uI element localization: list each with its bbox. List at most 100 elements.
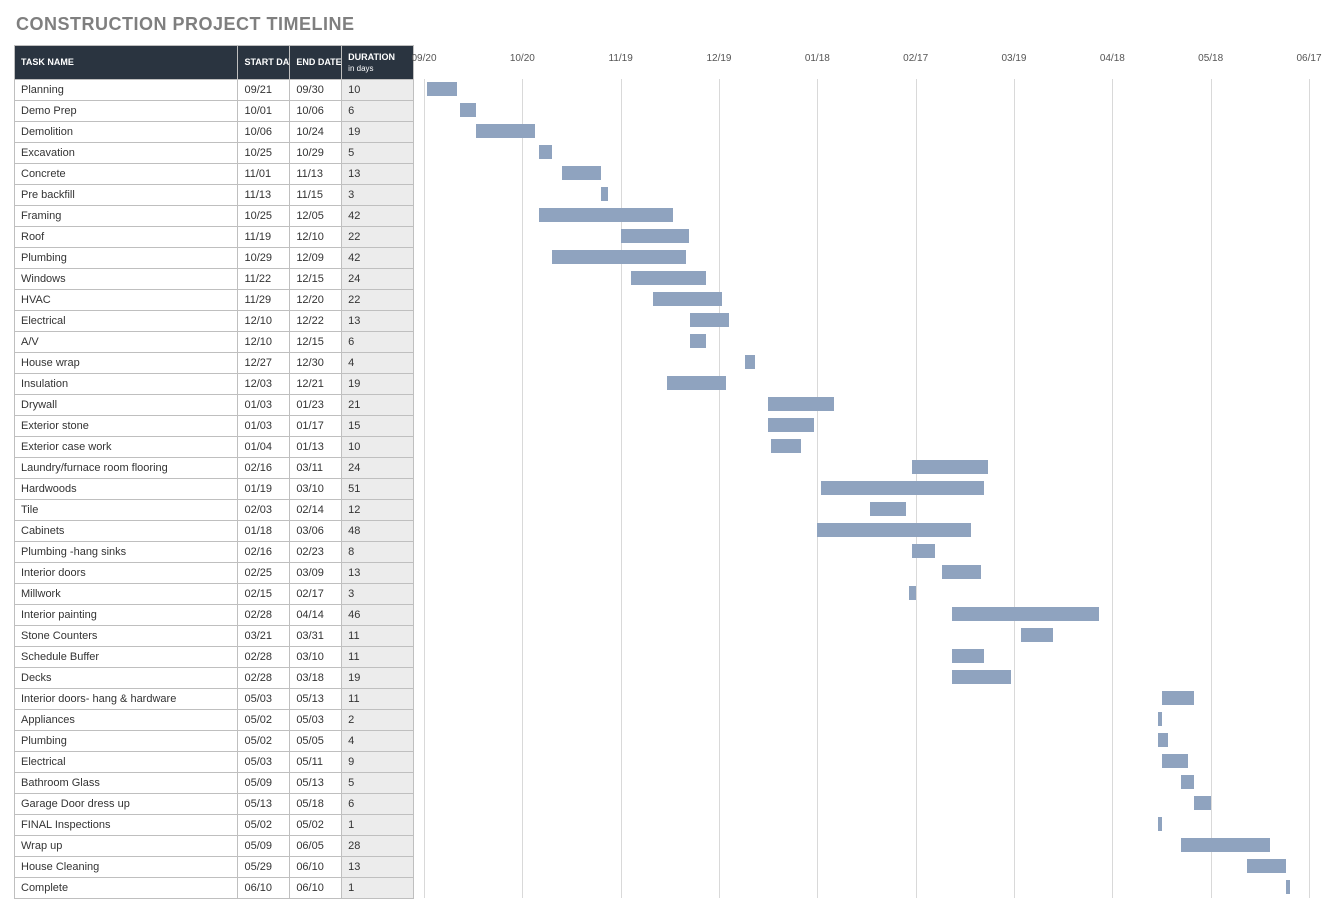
task-duration-cell: 4 (342, 353, 414, 374)
task-duration-cell: 13 (342, 311, 414, 332)
table-row: Drywall01/0301/2321 (15, 395, 414, 416)
task-start-cell: 02/16 (238, 542, 290, 563)
gantt-row (424, 562, 1309, 583)
page-title: CONSTRUCTION PROJECT TIMELINE (16, 14, 1309, 35)
task-end-cell: 03/06 (290, 521, 342, 542)
task-start-cell: 11/01 (238, 164, 290, 185)
task-end-cell: 12/30 (290, 353, 342, 374)
gantt-bar (1162, 754, 1188, 768)
table-row: Plumbing -hang sinks02/1602/238 (15, 542, 414, 563)
table-row: Laundry/furnace room flooring02/1603/112… (15, 458, 414, 479)
gantt-row (424, 625, 1309, 646)
gantt-row (424, 352, 1309, 373)
gantt-row (424, 100, 1309, 121)
task-name-cell: House wrap (15, 353, 238, 374)
gantt-row (424, 667, 1309, 688)
task-end-cell: 01/17 (290, 416, 342, 437)
task-duration-cell: 15 (342, 416, 414, 437)
task-start-cell: 01/04 (238, 437, 290, 458)
table-row: Exterior stone01/0301/1715 (15, 416, 414, 437)
gantt-row (424, 310, 1309, 331)
task-end-cell: 05/03 (290, 710, 342, 731)
gantt-row (424, 163, 1309, 184)
task-start-cell: 12/27 (238, 353, 290, 374)
task-start-cell: 01/03 (238, 416, 290, 437)
task-duration-cell: 46 (342, 605, 414, 626)
task-start-cell: 12/10 (238, 332, 290, 353)
task-duration-cell: 21 (342, 395, 414, 416)
axis-tick-label: 12/19 (706, 53, 731, 64)
task-start-cell: 11/22 (238, 269, 290, 290)
task-duration-cell: 19 (342, 374, 414, 395)
gantt-row (424, 79, 1309, 100)
task-name-cell: Schedule Buffer (15, 647, 238, 668)
table-row: Insulation12/0312/2119 (15, 374, 414, 395)
task-duration-cell: 6 (342, 794, 414, 815)
gantt-bar (460, 103, 476, 117)
task-end-cell: 06/10 (290, 857, 342, 878)
task-start-cell: 02/03 (238, 500, 290, 521)
gantt-bar (667, 376, 726, 390)
task-start-cell: 05/29 (238, 857, 290, 878)
gantt-row (424, 793, 1309, 814)
task-duration-cell: 1 (342, 815, 414, 836)
table-row: A/V12/1012/156 (15, 332, 414, 353)
table-row: Bathroom Glass05/0905/135 (15, 773, 414, 794)
gantt-row (424, 541, 1309, 562)
gantt-bar (1021, 628, 1054, 642)
gantt-row (424, 646, 1309, 667)
gantt-row (424, 226, 1309, 247)
gantt-row (424, 268, 1309, 289)
table-row: Cabinets01/1803/0648 (15, 521, 414, 542)
task-start-cell: 05/02 (238, 710, 290, 731)
table-row: Appliances05/0205/032 (15, 710, 414, 731)
table-row: Planning09/2109/3010 (15, 80, 414, 101)
task-duration-cell: 11 (342, 647, 414, 668)
table-row: FINAL Inspections05/0205/021 (15, 815, 414, 836)
gantt-bar (562, 166, 601, 180)
task-duration-cell: 10 (342, 437, 414, 458)
col-header-start: START DATE (238, 46, 290, 80)
task-start-cell: 01/03 (238, 395, 290, 416)
task-end-cell: 05/18 (290, 794, 342, 815)
task-duration-cell: 8 (342, 542, 414, 563)
gantt-row (424, 877, 1309, 898)
task-duration-cell: 24 (342, 458, 414, 479)
table-row: Wrap up05/0906/0528 (15, 836, 414, 857)
task-name-cell: Insulation (15, 374, 238, 395)
task-duration-cell: 5 (342, 143, 414, 164)
table-row: Interior doors- hang & hardware05/0305/1… (15, 689, 414, 710)
task-start-cell: 09/21 (238, 80, 290, 101)
gantt-row (424, 772, 1309, 793)
task-start-cell: 10/01 (238, 101, 290, 122)
gantt-bar (912, 460, 987, 474)
gantt-row (424, 751, 1309, 772)
gantt-bar (1286, 880, 1290, 894)
task-name-cell: Framing (15, 206, 238, 227)
task-table: TASK NAME START DATE END DATE DURATION i… (14, 45, 414, 899)
task-end-cell: 12/10 (290, 227, 342, 248)
task-start-cell: 02/15 (238, 584, 290, 605)
task-duration-cell: 19 (342, 122, 414, 143)
task-duration-cell: 5 (342, 773, 414, 794)
gantt-bar (476, 124, 535, 138)
task-name-cell: Interior doors- hang & hardware (15, 689, 238, 710)
gantt-row (424, 604, 1309, 625)
gantt-bar (1158, 817, 1162, 831)
task-name-cell: Plumbing (15, 731, 238, 752)
table-header-row: TASK NAME START DATE END DATE DURATION i… (15, 46, 414, 80)
gantt-bar (552, 250, 686, 264)
task-name-cell: Electrical (15, 311, 238, 332)
gantt-row (424, 142, 1309, 163)
task-end-cell: 02/23 (290, 542, 342, 563)
task-duration-cell: 2 (342, 710, 414, 731)
task-end-cell: 03/31 (290, 626, 342, 647)
task-table-wrap: TASK NAME START DATE END DATE DURATION i… (14, 45, 414, 899)
gantt-row (424, 247, 1309, 268)
task-duration-cell: 3 (342, 185, 414, 206)
gantt-bar (768, 397, 834, 411)
gantt-bar (952, 649, 985, 663)
task-name-cell: HVAC (15, 290, 238, 311)
task-start-cell: 03/21 (238, 626, 290, 647)
gantt-row (424, 205, 1309, 226)
